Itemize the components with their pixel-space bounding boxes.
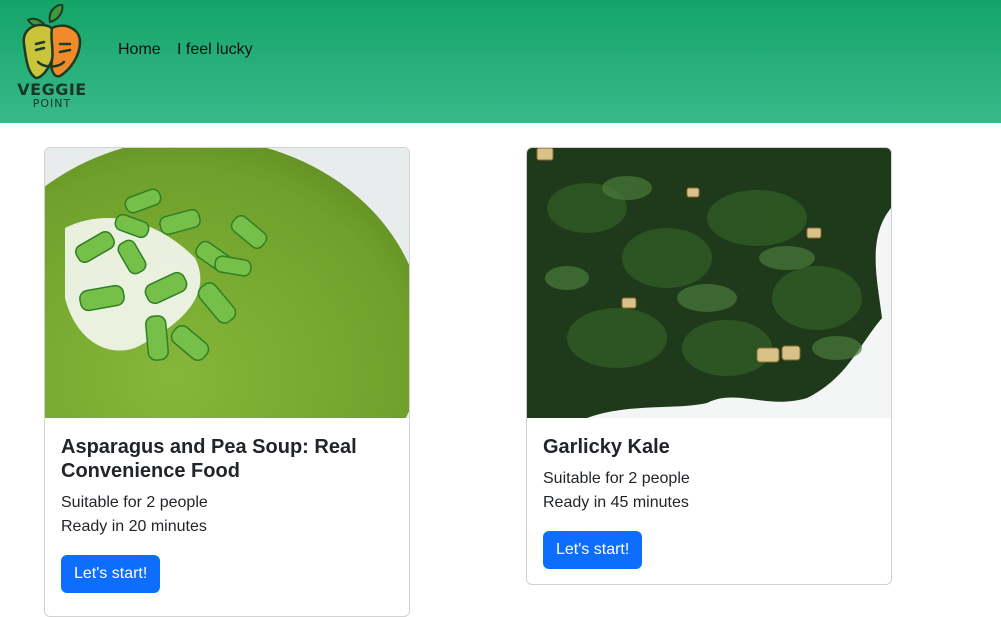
brand-name: VEGGIE — [17, 80, 87, 99]
brand-subtitle: POINT — [32, 97, 72, 110]
recipe-image-garlicky-kale — [527, 148, 891, 418]
recipe-title: Asparagus and Pea Soup: Real Convenience… — [61, 436, 357, 482]
recipe-card: Garlicky Kale Suitable for 2 people Read… — [526, 147, 892, 585]
brand-logo[interactable]: VEGGIE POINT — [14, 4, 90, 112]
nav-link-i-feel-lucky[interactable]: I feel lucky — [177, 40, 253, 60]
lets-start-button[interactable]: Let's start! — [543, 531, 643, 569]
recipe-image-asparagus-pea-soup — [45, 148, 409, 418]
navbar: VEGGIE POINT Home I feel lucky — [0, 0, 1001, 123]
recipe-servings: Suitable for 2 people — [543, 470, 690, 487]
lets-start-button[interactable]: Let's start! — [61, 555, 161, 593]
recipe-title: Garlicky Kale — [543, 436, 670, 458]
recipe-ready-time: Ready in 20 minutes — [61, 518, 207, 535]
recipe-ready-time: Ready in 45 minutes — [543, 494, 689, 511]
card-body: Garlicky Kale Suitable for 2 people Read… — [527, 418, 891, 584]
nav-link-home[interactable]: Home — [118, 40, 161, 60]
recipe-card: Asparagus and Pea Soup: Real Convenience… — [44, 147, 410, 617]
veggie-logo-icon — [22, 4, 82, 80]
card-body: Asparagus and Pea Soup: Real Convenience… — [45, 418, 409, 609]
recipe-servings: Suitable for 2 people — [61, 494, 208, 511]
